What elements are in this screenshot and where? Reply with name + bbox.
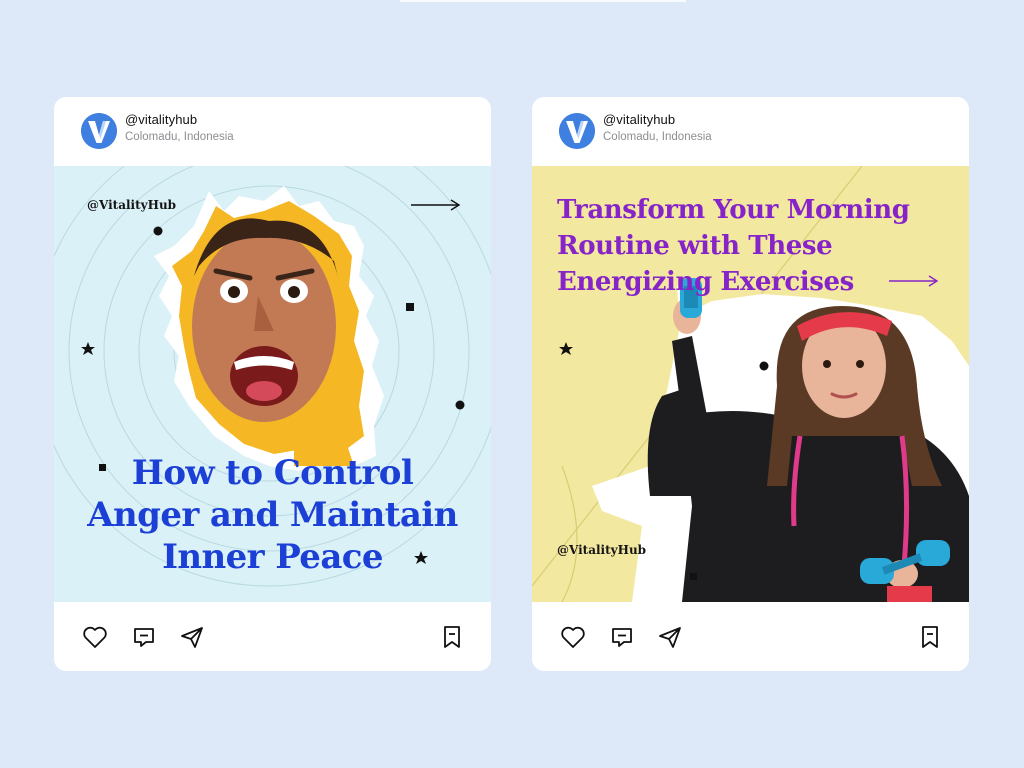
post-location[interactable]: Colomadu, Indonesia xyxy=(125,131,234,143)
comment-button[interactable] xyxy=(130,623,158,651)
headline-line: Routine with These xyxy=(557,231,833,261)
headline-line: How to Control xyxy=(131,453,414,493)
post-card-anger: @vitalityhub Colomadu, Indonesia @Vitali… xyxy=(54,97,491,671)
watermark-label: @VitalityHub xyxy=(557,543,647,557)
save-button[interactable] xyxy=(916,623,944,651)
headline-line: Energizing Exercises xyxy=(557,267,854,297)
post-headline: Transform Your Morning Routine with Thes… xyxy=(557,192,947,300)
bookmark-icon xyxy=(922,626,938,648)
account-handle[interactable]: @vitalityhub xyxy=(603,112,675,127)
heart-icon xyxy=(561,626,585,648)
post-image[interactable]: @VitalityHub How to Control Anger and Ma… xyxy=(54,166,491,602)
heart-icon xyxy=(83,626,107,648)
account-avatar[interactable] xyxy=(559,113,595,149)
comment-button[interactable] xyxy=(608,623,636,651)
share-button[interactable] xyxy=(178,623,206,651)
comment-icon xyxy=(612,628,632,647)
share-button[interactable] xyxy=(656,623,684,651)
send-icon xyxy=(659,627,681,648)
vitality-logo-icon xyxy=(81,113,117,149)
headline-line: Transform Your Morning xyxy=(557,195,910,225)
save-button[interactable] xyxy=(438,623,466,651)
like-button[interactable] xyxy=(81,623,109,651)
post-header: @vitalityhub Colomadu, Indonesia xyxy=(532,97,969,166)
like-button[interactable] xyxy=(559,623,587,651)
account-handle[interactable]: @vitalityhub xyxy=(125,112,197,127)
post-card-morning-routine: @vitalityhub Colomadu, Indonesia Transfo… xyxy=(532,97,969,671)
headline-line: Inner Peace xyxy=(162,537,383,577)
bookmark-icon xyxy=(444,626,460,648)
post-location[interactable]: Colomadu, Indonesia xyxy=(603,131,712,143)
top-tab-indicator xyxy=(400,0,686,2)
watermark-label: @VitalityHub xyxy=(87,198,177,212)
headline-line: Anger and Maintain xyxy=(87,495,458,535)
send-icon xyxy=(181,627,203,648)
post-headline: How to Control Anger and Maintain Inner … xyxy=(54,452,491,578)
account-avatar[interactable] xyxy=(81,113,117,149)
post-actions xyxy=(532,602,969,671)
comment-icon xyxy=(134,628,154,647)
post-header: @vitalityhub Colomadu, Indonesia xyxy=(54,97,491,166)
vitality-logo-icon xyxy=(559,113,595,149)
post-actions xyxy=(54,602,491,671)
post-image[interactable]: Transform Your Morning Routine with Thes… xyxy=(532,166,969,602)
